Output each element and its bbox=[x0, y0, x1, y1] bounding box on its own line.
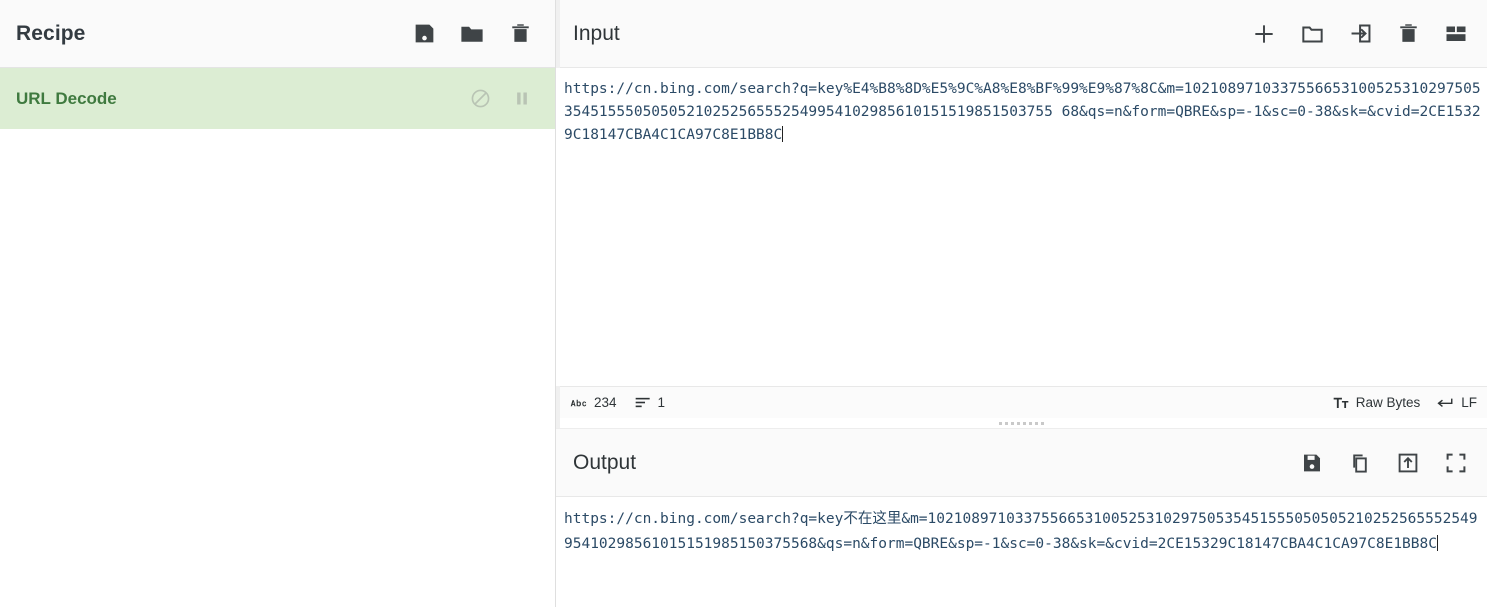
input-lines-value: 1 bbox=[657, 395, 666, 410]
return-arrow-icon bbox=[1436, 396, 1454, 410]
input-encoding-status[interactable]: Raw Bytes bbox=[1333, 395, 1421, 410]
recipe-title: Recipe bbox=[16, 21, 86, 45]
open-file-icon[interactable] bbox=[1347, 21, 1373, 47]
input-length-status: 234 bbox=[570, 395, 617, 410]
input-eol-value: LF bbox=[1461, 395, 1477, 410]
output-editor[interactable]: https://cn.bing.com/search?q=key不在这里&m=1… bbox=[556, 497, 1487, 607]
add-input-tab-icon[interactable] bbox=[1251, 21, 1277, 47]
input-section: Input https://cn.bing.com/search?q=key%E… bbox=[556, 0, 1487, 428]
save-output-icon[interactable] bbox=[1299, 450, 1325, 476]
recipe-operation-url-decode[interactable]: URL Decode bbox=[0, 68, 555, 130]
cyberchef-app: Recipe URL Decode Input https://cn.bing.… bbox=[0, 0, 1487, 607]
input-toolbar bbox=[1251, 21, 1469, 47]
recipe-title-bar: Recipe bbox=[0, 0, 555, 68]
breakpoint-pause-icon[interactable] bbox=[511, 88, 533, 110]
maximise-output-icon[interactable] bbox=[1443, 450, 1469, 476]
input-lines-status: 1 bbox=[635, 395, 666, 410]
input-status-right: Raw Bytes LF bbox=[1333, 395, 1477, 410]
input-status-left: 234 1 bbox=[570, 395, 1333, 410]
text-caret bbox=[1436, 535, 1438, 551]
input-editor[interactable]: https://cn.bing.com/search?q=key%E4%B8%8… bbox=[556, 68, 1487, 386]
lines-icon bbox=[635, 396, 651, 409]
output-title-bar: Output bbox=[556, 429, 1487, 497]
recipe-toolbar bbox=[411, 21, 533, 47]
input-title: Input bbox=[573, 21, 620, 45]
output-toolbar bbox=[1299, 450, 1469, 476]
io-pane: Input https://cn.bing.com/search?q=key%E… bbox=[556, 0, 1487, 607]
clear-recipe-icon[interactable] bbox=[507, 21, 533, 47]
input-status-bar: 234 1 Raw Bytes LF bbox=[556, 386, 1487, 418]
input-eol-status[interactable]: LF bbox=[1436, 395, 1477, 410]
input-text[interactable]: https://cn.bing.com/search?q=key%E4%B8%8… bbox=[556, 78, 1487, 147]
font-icon bbox=[1333, 396, 1349, 410]
disable-operation-icon[interactable] bbox=[469, 88, 491, 110]
open-folder-icon[interactable] bbox=[1299, 21, 1325, 47]
input-title-bar: Input bbox=[556, 0, 1487, 68]
recipe-operation-name: URL Decode bbox=[16, 88, 117, 108]
copy-output-icon[interactable] bbox=[1347, 450, 1373, 476]
clear-input-icon[interactable] bbox=[1395, 21, 1421, 47]
load-recipe-icon[interactable] bbox=[459, 21, 485, 47]
splitter-grip-icon bbox=[999, 421, 1044, 425]
output-text: https://cn.bing.com/search?q=key不在这里&m=1… bbox=[564, 511, 1478, 552]
output-section: Output https://cn.bing.com/search?q=key不… bbox=[556, 428, 1487, 607]
recipe-operation-list[interactable]: URL Decode bbox=[0, 68, 555, 607]
text-caret bbox=[782, 126, 784, 142]
replace-input-icon[interactable] bbox=[1395, 450, 1421, 476]
input-encoding-value: Raw Bytes bbox=[1355, 395, 1421, 410]
output-title: Output bbox=[573, 450, 637, 474]
input-length-value: 234 bbox=[594, 395, 617, 410]
save-recipe-icon[interactable] bbox=[411, 21, 437, 47]
reset-pane-layout-icon[interactable] bbox=[1443, 21, 1469, 47]
recipe-pane: Recipe URL Decode bbox=[0, 0, 556, 607]
io-splitter[interactable] bbox=[556, 418, 1487, 428]
abc-icon bbox=[570, 397, 587, 409]
recipe-operation-controls bbox=[469, 88, 533, 110]
